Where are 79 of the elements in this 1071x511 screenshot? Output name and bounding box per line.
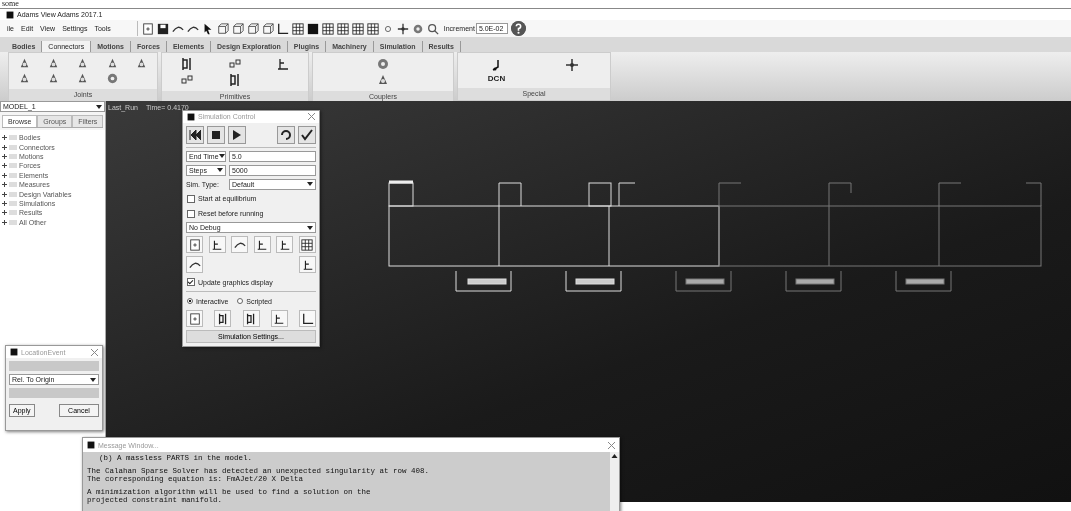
checkmark-icon [301, 128, 313, 141]
zoom-icon[interactable] [426, 22, 439, 35]
tool-button[interactable] [298, 236, 316, 254]
radio-button[interactable] [237, 298, 244, 305]
location-field[interactable] [9, 388, 99, 398]
checkbox[interactable] [187, 194, 195, 203]
location-field[interactable] [9, 361, 99, 371]
tool-button[interactable] [253, 236, 271, 254]
move-icon[interactable] [396, 22, 409, 35]
app-icon [6, 10, 14, 19]
rewind-icon [189, 129, 201, 140]
tool-button[interactable] [186, 256, 203, 274]
close-icon[interactable] [308, 113, 315, 121]
points-icon[interactable] [180, 73, 194, 87]
tool-button[interactable] [276, 236, 294, 254]
dropdown-arrow-icon[interactable] [90, 377, 96, 382]
dropdown-arrow-icon[interactable] [307, 182, 313, 187]
cube-view-icon[interactable] [246, 22, 259, 35]
expand-icon[interactable] [2, 182, 7, 188]
app-icon [87, 441, 95, 449]
plot-icon [301, 259, 314, 271]
expand-icon[interactable] [2, 144, 7, 150]
tool-button[interactable] [231, 236, 249, 254]
expand-icon[interactable] [2, 135, 7, 141]
cube-view-icon[interactable] [231, 22, 244, 35]
reset-icon [280, 128, 292, 141]
expand-icon[interactable] [2, 219, 7, 225]
render-icon[interactable] [306, 22, 319, 35]
stop-icon [212, 130, 220, 139]
grid-icon[interactable] [351, 22, 364, 35]
expand-icon[interactable] [2, 191, 7, 197]
play-button[interactable] [228, 125, 246, 144]
perpendicular-icon[interactable] [276, 57, 290, 71]
grid-icon [301, 239, 314, 251]
tool-button[interactable] [299, 310, 316, 328]
expand-icon[interactable] [2, 163, 7, 169]
app-icon [10, 348, 18, 356]
tool-button[interactable] [208, 236, 226, 254]
close-icon[interactable] [91, 348, 98, 356]
page-fragment-text: some [2, 0, 19, 8]
tool-button[interactable] [214, 310, 232, 328]
mesh-icon[interactable] [291, 22, 304, 35]
cube-view-icon[interactable] [261, 22, 274, 35]
points-icon[interactable] [228, 57, 242, 71]
expand-icon[interactable] [2, 153, 7, 159]
rewind-button[interactable] [186, 125, 204, 144]
dropdown-arrow-icon[interactable] [96, 104, 102, 109]
tool-button[interactable] [270, 310, 288, 328]
chart-icon [301, 312, 314, 325]
expand-icon[interactable] [2, 200, 7, 206]
bracket-icon[interactable] [228, 73, 242, 87]
plot-icon [256, 239, 269, 251]
radio-button[interactable] [187, 298, 193, 305]
save-icon[interactable] [156, 22, 169, 35]
grid-icon[interactable] [336, 22, 349, 35]
play-icon [233, 129, 241, 140]
stop-button[interactable] [207, 125, 225, 144]
ok-button[interactable] [298, 125, 316, 144]
reset-button[interactable] [277, 125, 295, 144]
close-icon[interactable] [608, 441, 615, 449]
checkbox[interactable] [187, 278, 195, 287]
plot-icon [278, 239, 291, 251]
grid-icon[interactable] [366, 22, 379, 35]
help-icon[interactable] [510, 21, 526, 36]
dropdown-arrow-icon[interactable] [218, 154, 225, 159]
expand-icon[interactable] [2, 210, 7, 216]
cube-view-icon[interactable] [216, 22, 229, 35]
tool-button[interactable] [299, 256, 316, 274]
cross-joint-icon[interactable] [564, 58, 579, 72]
bracket-icon[interactable] [180, 57, 194, 71]
tool-button[interactable] [242, 310, 260, 328]
dcn-tool[interactable]: DCN [487, 74, 506, 83]
app-icon [187, 112, 195, 121]
dropdown-arrow-icon[interactable] [217, 168, 223, 173]
expand-icon[interactable] [2, 172, 7, 178]
dropdown-arrow-icon[interactable] [307, 226, 313, 230]
checkbox[interactable] [187, 209, 195, 218]
new-file-icon[interactable] [141, 22, 154, 35]
axes-icon[interactable] [276, 22, 289, 35]
